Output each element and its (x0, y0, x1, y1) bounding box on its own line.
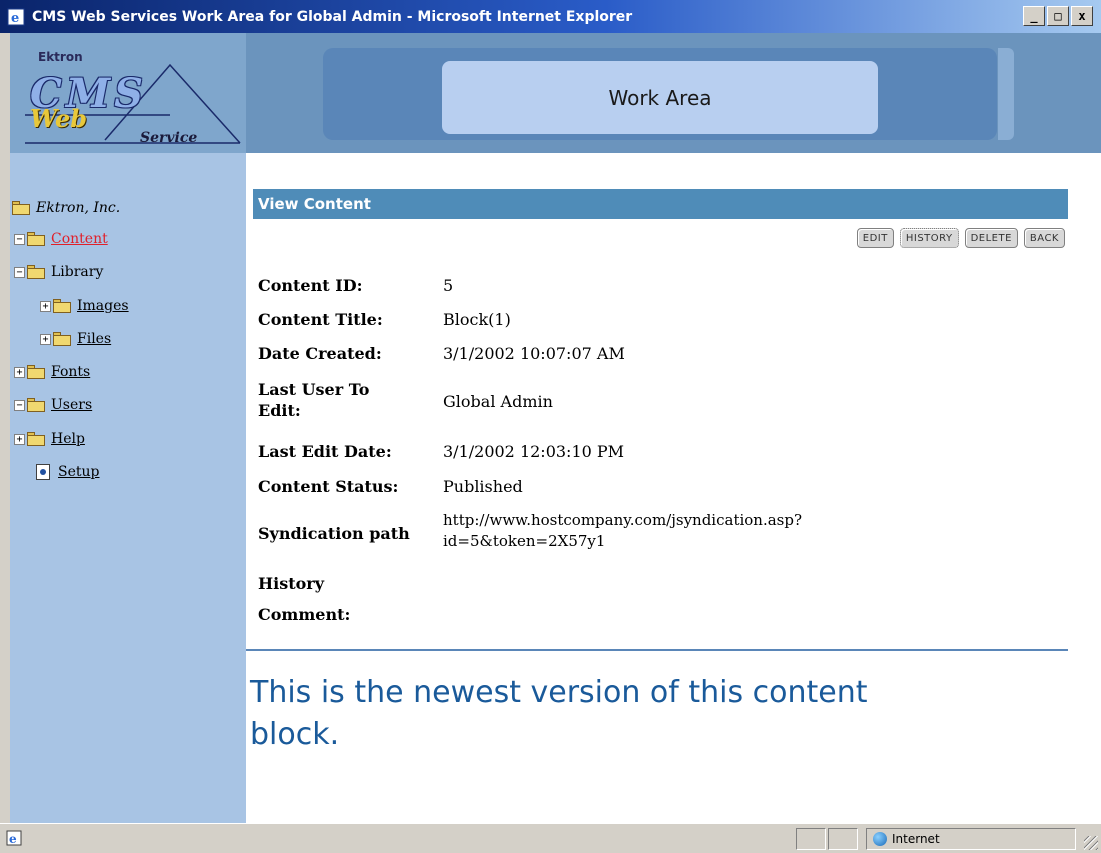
content-status-value: Published (443, 477, 523, 496)
divider (246, 649, 1068, 651)
sidebar-item-label[interactable]: Images (77, 298, 129, 314)
sidebar-item-fonts[interactable]: + Fonts (14, 361, 90, 383)
sidebar-item-label[interactable]: Content (51, 231, 108, 247)
last-edit-date-label: Last Edit Date: (258, 442, 392, 461)
sidebar-item-library[interactable]: − Library (14, 261, 103, 283)
maximize-button[interactable]: □ (1047, 6, 1069, 26)
globe-icon (873, 832, 887, 846)
header-title-box: Work Area (442, 61, 878, 134)
sidebar-item-setup[interactable]: Setup (36, 461, 99, 483)
history-comment-label-line2: Comment: (258, 605, 351, 624)
window-title-bar[interactable]: e CMS Web Services Work Area for Global … (0, 0, 1101, 33)
expand-icon[interactable]: + (14, 366, 25, 378)
newest-version-message: This is the newest version of this conte… (250, 672, 1050, 756)
sidebar-item-label[interactable]: Help (51, 431, 85, 447)
svg-text:e: e (11, 11, 19, 26)
window-frame-left (0, 33, 10, 823)
sidebar-item-help[interactable]: + Help (14, 428, 85, 450)
sidebar-item-label: Library (51, 264, 104, 280)
content-id-value: 5 (443, 276, 454, 295)
page-status-icon: e (6, 830, 22, 850)
content-id-label: Content ID: (258, 276, 363, 295)
resize-grip[interactable] (1084, 836, 1098, 850)
date-created-value: 3/1/2002 10:07:07 AM (443, 344, 625, 363)
logo-service-text: Service (140, 130, 198, 146)
folder-icon (53, 299, 71, 313)
svg-text:e: e (9, 832, 17, 846)
tree-root-label: Ektron, Inc. (36, 200, 121, 216)
sidebar-tree (10, 153, 246, 823)
collapse-icon[interactable]: − (14, 233, 25, 245)
content-status-label: Content Status: (258, 477, 399, 496)
security-zone: Internet (866, 828, 1076, 850)
sidebar-item-content[interactable]: − Content (14, 228, 108, 250)
header-banner-edge (998, 48, 1014, 140)
last-edit-date-value: 3/1/2002 12:03:10 PM (443, 442, 625, 461)
collapse-icon[interactable]: − (14, 399, 25, 411)
minimize-button[interactable]: _ (1023, 6, 1045, 26)
back-button[interactable]: BACK (1023, 228, 1065, 248)
delete-button[interactable]: DELETE (964, 228, 1018, 248)
sidebar-item-label[interactable]: Setup (58, 464, 99, 480)
status-cell (828, 828, 858, 850)
action-toolbar: EDIT HISTORY DELETE BACK (856, 228, 1065, 248)
logo-ektron-text: Ektron (38, 50, 83, 64)
sidebar-item-label[interactable]: Users (51, 397, 92, 413)
logo-web-text: Web (30, 104, 88, 133)
sidebar-item-label[interactable]: Fonts (51, 364, 90, 380)
syndication-path-line2: id=5&token=2X57y1 (443, 532, 606, 550)
newest-version-message-line1: This is the newest version of this conte… (250, 675, 868, 710)
expand-icon[interactable]: + (40, 333, 51, 345)
section-title: View Content (258, 195, 371, 213)
folder-icon (53, 332, 71, 346)
last-user-label-line2: Edit: (258, 401, 301, 420)
collapse-icon[interactable]: − (14, 266, 25, 278)
section-header: View Content (253, 189, 1068, 219)
expand-icon[interactable]: + (14, 433, 25, 445)
expand-icon[interactable]: + (40, 300, 51, 312)
content-title-label: Content Title: (258, 310, 383, 329)
sidebar-item-files[interactable]: + Files (40, 328, 111, 350)
tree-root[interactable]: Ektron, Inc. (12, 197, 120, 219)
window-title: CMS Web Services Work Area for Global Ad… (32, 8, 633, 25)
folder-icon (27, 365, 45, 379)
folder-open-icon (27, 232, 45, 246)
last-user-value: Global Admin (443, 392, 553, 411)
sidebar-item-users[interactable]: − Users (14, 394, 92, 416)
internet-explorer-icon: e (6, 7, 26, 27)
page-title: Work Area (608, 85, 712, 110)
page-icon (36, 464, 50, 480)
syndication-path-line1: http://www.hostcompany.com/jsyndication.… (443, 511, 803, 529)
status-bar: e Internet (0, 823, 1101, 853)
folder-open-icon (12, 201, 30, 215)
sidebar-item-label[interactable]: Files (77, 331, 111, 347)
sidebar-item-images[interactable]: + Images (40, 295, 129, 317)
syndication-path-label: Syndication path (258, 524, 410, 543)
content-title-value: Block(1) (443, 310, 511, 329)
edit-button[interactable]: EDIT (856, 228, 894, 248)
zone-label: Internet (892, 832, 940, 846)
folder-icon (27, 432, 45, 446)
status-cell (796, 828, 826, 850)
history-button[interactable]: HISTORY (899, 228, 959, 248)
date-created-label: Date Created: (258, 344, 382, 363)
history-comment-label-line1: History (258, 574, 324, 593)
folder-open-icon (27, 398, 45, 412)
last-user-label-line1: Last User To (258, 380, 370, 399)
close-button[interactable]: x (1071, 6, 1093, 26)
folder-open-icon (27, 265, 45, 279)
newest-version-message-line2: block. (250, 717, 340, 752)
